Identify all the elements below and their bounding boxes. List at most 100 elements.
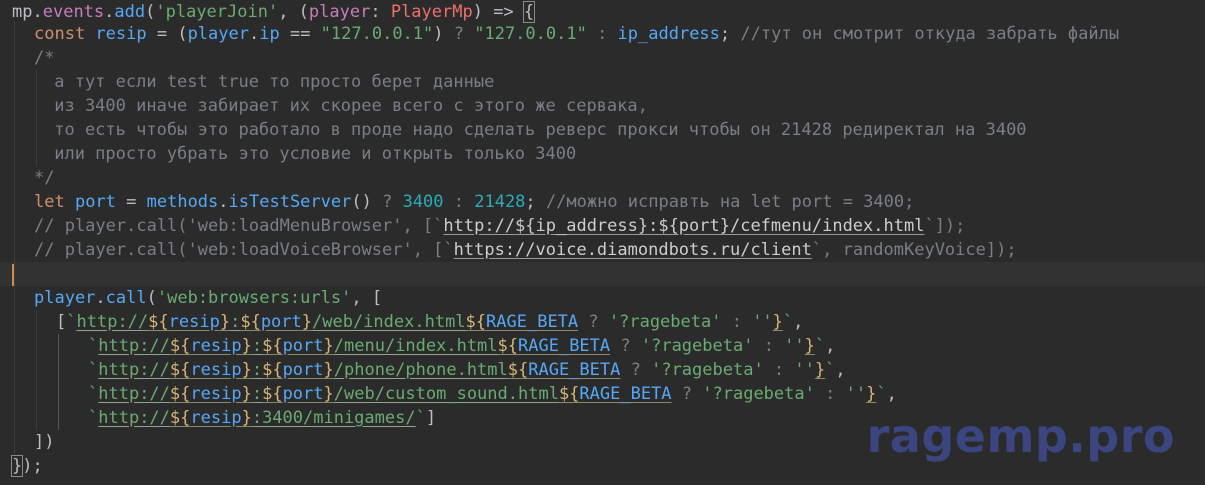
code-token: ( [146, 288, 157, 308]
code-line[interactable]: mp.events.add('playerJoin', (player: Pla… [0, 0, 1205, 24]
code-token: '?ragebeta' [651, 360, 764, 380]
code-token: call [105, 288, 147, 308]
code-line[interactable]: player.call('web:browsers:urls', [ [0, 286, 1205, 310]
code-line[interactable]: а тут если test true то просто берет дан… [0, 70, 1205, 94]
code-token: ${ [558, 384, 580, 404]
code-token: } [323, 384, 334, 404]
code-token: : [763, 360, 795, 380]
indent-guide [14, 46, 15, 70]
code-text: */ [34, 166, 54, 190]
indent-guide [14, 214, 15, 238]
code-text: // player.call('web:loadVoiceBrowser', [… [34, 238, 1017, 262]
code-token: , [793, 312, 804, 332]
code-line[interactable]: // player.call('web:loadMenuBrowser', [`… [0, 214, 1205, 238]
code-token: :3400/minigames/ [251, 408, 416, 428]
code-token: } [323, 336, 334, 356]
code-token: ${ [169, 360, 191, 380]
code-text: player.call('web:browsers:urls', [ [34, 286, 382, 310]
code-line[interactable]: `http://${resip}:${port}/web/custom_soun… [0, 382, 1205, 406]
code-token: } [241, 360, 252, 380]
code-token: ( [145, 2, 156, 22]
code-token: ` [66, 312, 77, 332]
indent-guide [14, 430, 15, 454]
code-token: } [241, 384, 252, 404]
indent-guide [36, 382, 37, 406]
code-token: ip_address [617, 24, 720, 44]
code-token: RAGE_BETA [528, 360, 621, 380]
code-token: { [522, 1, 536, 23]
code-token: [ [56, 312, 67, 332]
code-token: } [219, 312, 231, 332]
code-token: let [34, 192, 75, 212]
indent-guide [14, 238, 15, 262]
code-token: //тут он смотрит откуда забрать файлы [740, 24, 1120, 44]
code-token: } [323, 360, 334, 380]
code-text: `http://${resip}:${port}/menu/index.html… [88, 334, 835, 358]
code-token: . [248, 24, 260, 44]
indent-guide [14, 310, 15, 334]
code-token: resip [190, 360, 242, 380]
code-line[interactable]: let port = methods.isTestServer() ? 3400… [0, 190, 1205, 214]
code-token: ` [415, 408, 426, 428]
code-token: /web/custom_sound.html [333, 384, 559, 404]
code-text: }); [10, 454, 43, 478]
code-token: port [282, 360, 324, 380]
text-caret [12, 264, 14, 286]
code-token: "127.0.0.1" [474, 24, 587, 44]
code-line[interactable]: [`http://${resip}:${port}/web/index.html… [0, 310, 1205, 334]
code-token: ` [88, 336, 99, 356]
code-line[interactable]: // player.call('web:loadVoiceBrowser', [… [0, 238, 1205, 262]
code-token: "127.0.0.1" [320, 24, 434, 44]
code-token: } [866, 384, 877, 404]
code-token: , [ [351, 288, 383, 308]
code-token: RAGE_BETA [486, 312, 579, 332]
indent-guide [36, 142, 37, 166]
code-text: или просто убрать это условие и открыть … [44, 142, 576, 166]
code-token: } [301, 312, 313, 332]
indent-guide [14, 262, 15, 286]
code-line[interactable]: или просто убрать это условие и открыть … [0, 142, 1205, 166]
code-token: /* [34, 48, 55, 68]
indent-guide [14, 118, 15, 142]
code-token: isTestServer [228, 192, 352, 212]
code-token: : [814, 384, 846, 404]
code-line[interactable]: `http://${resip}:${port}/phone/phone.htm… [0, 358, 1205, 382]
code-token: 'playerJoin' [155, 2, 279, 22]
code-line[interactable]: const resip = (player.ip == "127.0.0.1")… [0, 22, 1205, 46]
code-line[interactable]: из 3400 иначе забирает их скорее всего с… [0, 94, 1205, 118]
code-token: ` [825, 360, 836, 380]
code-token: ) => [472, 2, 524, 22]
code-token: /menu/index.html [333, 336, 498, 356]
code-token: https://voice.diamondbots.ru/client [453, 240, 812, 260]
code-token: ${ [169, 408, 191, 428]
code-text: из 3400 иначе забирает их скорее всего с… [44, 94, 648, 118]
code-token: '?ragebeta' [608, 312, 722, 332]
code-token: ${ [262, 384, 283, 404]
code-token: . [218, 192, 229, 212]
code-line[interactable]: */ [0, 166, 1205, 190]
indent-guide [14, 70, 15, 94]
code-token: ) [433, 24, 454, 44]
code-token: http://${ip_address}:${port}/cefmenu/ind… [443, 216, 925, 236]
code-text: `http://${resip}:3400/minigames/`] [88, 406, 436, 430]
code-line[interactable]: то есть чтобы это работало в проде надо … [0, 118, 1205, 142]
code-line[interactable]: /* [0, 46, 1205, 70]
code-text: let port = methods.isTestServer() ? 3400… [34, 190, 914, 214]
code-text: // player.call('web:loadMenuBrowser', [`… [34, 214, 965, 238]
code-line[interactable]: `http://${resip}:${port}/menu/index.html… [0, 334, 1205, 358]
code-token: //можно исправть на let port = 3400; [545, 192, 915, 212]
code-text: const resip = (player.ip == "127.0.0.1")… [34, 22, 1119, 46]
code-text: `http://${resip}:${port}/phone/phone.htm… [88, 358, 846, 382]
indent-guide [36, 406, 37, 430]
indent-guide [14, 382, 15, 406]
code-token: port [282, 336, 324, 356]
watermark-logo: ragemp.pro [866, 409, 1175, 463]
code-token: ${ [148, 312, 169, 332]
code-token: = [115, 192, 147, 212]
indent-guide [14, 286, 15, 310]
code-token: `, randomKeyVoice]); [811, 240, 1017, 260]
code-token: 21428 [474, 192, 526, 212]
code-line-current[interactable] [0, 262, 1205, 286]
code-text: /* [34, 46, 54, 70]
code-token: , [825, 336, 836, 356]
